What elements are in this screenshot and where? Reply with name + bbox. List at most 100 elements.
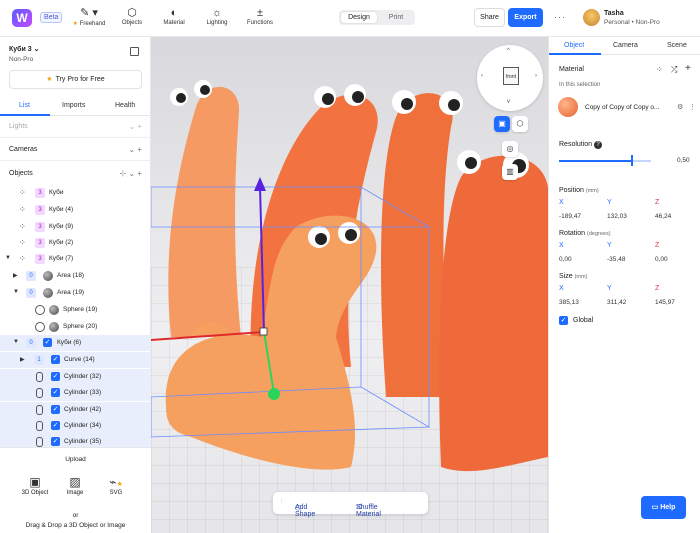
material-more-icon[interactable]: ⋮ <box>689 103 696 111</box>
list-item[interactable]: ✓ Cylinder (32) <box>0 369 151 385</box>
list-item[interactable]: Sphere (20) <box>0 319 151 335</box>
section-lights[interactable]: Lights <box>9 123 28 130</box>
list-item[interactable]: ⁘ 3 Куби (2) <box>0 235 151 251</box>
upload-3d-object-button[interactable]: ▣ 3D Object <box>15 474 55 496</box>
list-item[interactable]: ✓ Cylinder (42) <box>0 402 151 418</box>
size-z-input[interactable]: 145,97 <box>655 299 675 306</box>
rotation-x-input[interactable]: 0,00 <box>559 256 572 263</box>
rotation-y-input[interactable]: -35,48 <box>607 256 625 263</box>
list-item[interactable]: ✓ Cylinder (33) <box>0 385 151 401</box>
collapse-arrow-icon[interactable]: ▼ <box>5 255 11 261</box>
mode-print-tab[interactable]: Print <box>379 12 413 23</box>
help-button[interactable]: ▭ Help <box>641 496 686 519</box>
axis-z-label: Z <box>655 285 660 292</box>
export-button[interactable]: Export <box>508 8 543 27</box>
project-name[interactable]: Куби 3 ⌄ <box>9 45 39 53</box>
layout-toggle-icon[interactable]: ▥ <box>502 164 518 180</box>
size-x-input[interactable]: 385,13 <box>559 299 579 306</box>
resolution-value[interactable]: 0,50 <box>677 157 690 164</box>
hidden-toggle-icon[interactable] <box>35 322 45 332</box>
collapse-arrow-icon[interactable]: ▼ <box>13 339 19 345</box>
panel-toggle-icon[interactable] <box>130 47 139 56</box>
section-objects[interactable]: Objects <box>9 170 33 177</box>
focus-target-icon[interactable]: ◎ <box>502 141 518 157</box>
tool-freehand[interactable]: ✎ ▾ ★ Freehand <box>66 6 112 27</box>
upload-svg-button[interactable]: ⌁★ SVG <box>96 474 136 496</box>
lights-controls[interactable]: ⌄ + <box>128 122 142 131</box>
mode-design-tab[interactable]: Design <box>341 12 377 23</box>
add-material-icon[interactable]: + <box>685 63 691 74</box>
material-grid-icon[interactable]: ⁘ <box>656 65 663 74</box>
in-selection-label: In this selection <box>559 82 601 88</box>
select-checkbox[interactable]: ✓ <box>51 437 60 446</box>
select-checkbox[interactable]: ✓ <box>51 421 60 430</box>
global-label: Global <box>573 317 594 324</box>
resolution-slider-fill <box>559 160 631 162</box>
position-x-input[interactable]: -189,47 <box>559 213 581 220</box>
avatar[interactable] <box>583 9 600 26</box>
tab-camera[interactable]: Camera <box>613 42 638 49</box>
list-item[interactable]: Sphere (19) <box>0 302 151 318</box>
list-item[interactable]: ⁘ 3 Куби (9) <box>0 219 151 235</box>
ortho-view-icon[interactable]: ⬡ <box>512 116 528 132</box>
tab-scene[interactable]: Scene <box>667 42 687 49</box>
rotate-left-icon[interactable]: ‹ <box>481 73 483 79</box>
drag-handle-icon[interactable]: ⋮ <box>278 498 285 506</box>
rotation-z-input[interactable]: 0,00 <box>655 256 668 263</box>
list-item[interactable]: ▼ 0 Area (19) <box>0 285 151 301</box>
position-y-input[interactable]: 132,03 <box>607 213 627 220</box>
rotate-right-icon[interactable]: › <box>535 73 537 79</box>
select-checkbox[interactable]: ✓ <box>51 355 60 364</box>
tab-object[interactable]: Object <box>564 42 584 49</box>
material-name[interactable]: Copy of Copy of Copy o... <box>585 104 659 111</box>
more-menu-icon[interactable]: ··· <box>554 12 566 22</box>
list-item-selected[interactable]: ▼ 0 ✓ Куби (6) <box>0 335 151 351</box>
list-item[interactable]: ▶ 0 Area (18) <box>0 268 151 284</box>
select-checkbox[interactable]: ✓ <box>51 372 60 381</box>
collapse-arrow-icon[interactable]: ▼ <box>13 289 19 295</box>
material-thumbnail[interactable] <box>558 97 578 117</box>
orientation-navigator[interactable]: ^ ‹ › v front <box>477 45 543 111</box>
tool-lighting[interactable]: ☼ Lighting <box>194 6 240 26</box>
tool-label: Lighting <box>206 20 228 26</box>
select-checkbox[interactable]: ✓ <box>43 338 52 347</box>
global-checkbox[interactable]: ✓ <box>559 316 568 325</box>
material-settings-icon[interactable]: ⚙ <box>677 103 683 111</box>
perspective-view-icon[interactable]: ▣ <box>494 116 510 132</box>
try-pro-button[interactable]: ★ Try Pro for Free <box>9 70 142 89</box>
list-item[interactable]: ▼ ⁘ 3 Куби (7) <box>0 251 151 267</box>
select-checkbox[interactable]: ✓ <box>51 405 60 414</box>
hidden-toggle-icon[interactable] <box>35 305 45 315</box>
upload-panel: Upload ▣ 3D Object ▨ Image ⌁★ SVG or Drag &… <box>0 447 151 533</box>
section-cameras[interactable]: Cameras <box>9 146 37 153</box>
upload-image-button[interactable]: ▨ Image <box>55 474 95 496</box>
3d-viewport[interactable]: ^ ‹ › v front ▣ ⬡ ◎ ▥ ⋮ ⬡ Add Shape ⤮ Sh… <box>151 37 548 533</box>
expand-arrow-icon[interactable]: ▶ <box>20 356 25 363</box>
position-z-input[interactable]: 46,24 <box>655 213 671 220</box>
tab-imports[interactable]: Imports <box>62 102 85 109</box>
tab-health[interactable]: Health <box>115 102 135 109</box>
select-checkbox[interactable]: ✓ <box>51 388 60 397</box>
tool-functions[interactable]: ± Functions <box>237 6 283 26</box>
rotate-up-icon[interactable]: ^ <box>507 48 510 54</box>
size-y-input[interactable]: 311,42 <box>607 299 626 306</box>
list-item-label: Cylinder (32) <box>64 373 102 380</box>
app-logo[interactable]: W <box>12 9 32 27</box>
rotate-down-icon[interactable]: v <box>507 99 510 105</box>
share-button[interactable]: Share <box>474 8 505 27</box>
view-cube[interactable]: front <box>503 67 519 85</box>
list-item[interactable]: ▶ 1 ✓ Curve (14) <box>0 352 151 368</box>
resolution-slider-handle[interactable] <box>630 155 633 166</box>
right-tabs: Object Camera Scene <box>549 37 700 55</box>
tab-list[interactable]: List <box>19 102 30 109</box>
list-item[interactable]: ⁘ 3 Куби <box>0 185 151 201</box>
tool-material[interactable]: ◐ Material <box>151 6 197 26</box>
shuffle-icon[interactable]: ⤮ <box>671 65 677 75</box>
objects-controls[interactable]: ⊹ ⌄ + <box>119 169 142 178</box>
tool-objects[interactable]: ⬡ Objects <box>109 6 155 26</box>
expand-arrow-icon[interactable]: ▶ <box>13 272 18 279</box>
cameras-controls[interactable]: ⌄ + <box>128 145 142 154</box>
list-item-label: Cylinder (35) <box>64 438 102 445</box>
list-item[interactable]: ✓ Cylinder (34) <box>0 418 151 434</box>
list-item[interactable]: ⁘ 3 Куби (4) <box>0 202 151 218</box>
